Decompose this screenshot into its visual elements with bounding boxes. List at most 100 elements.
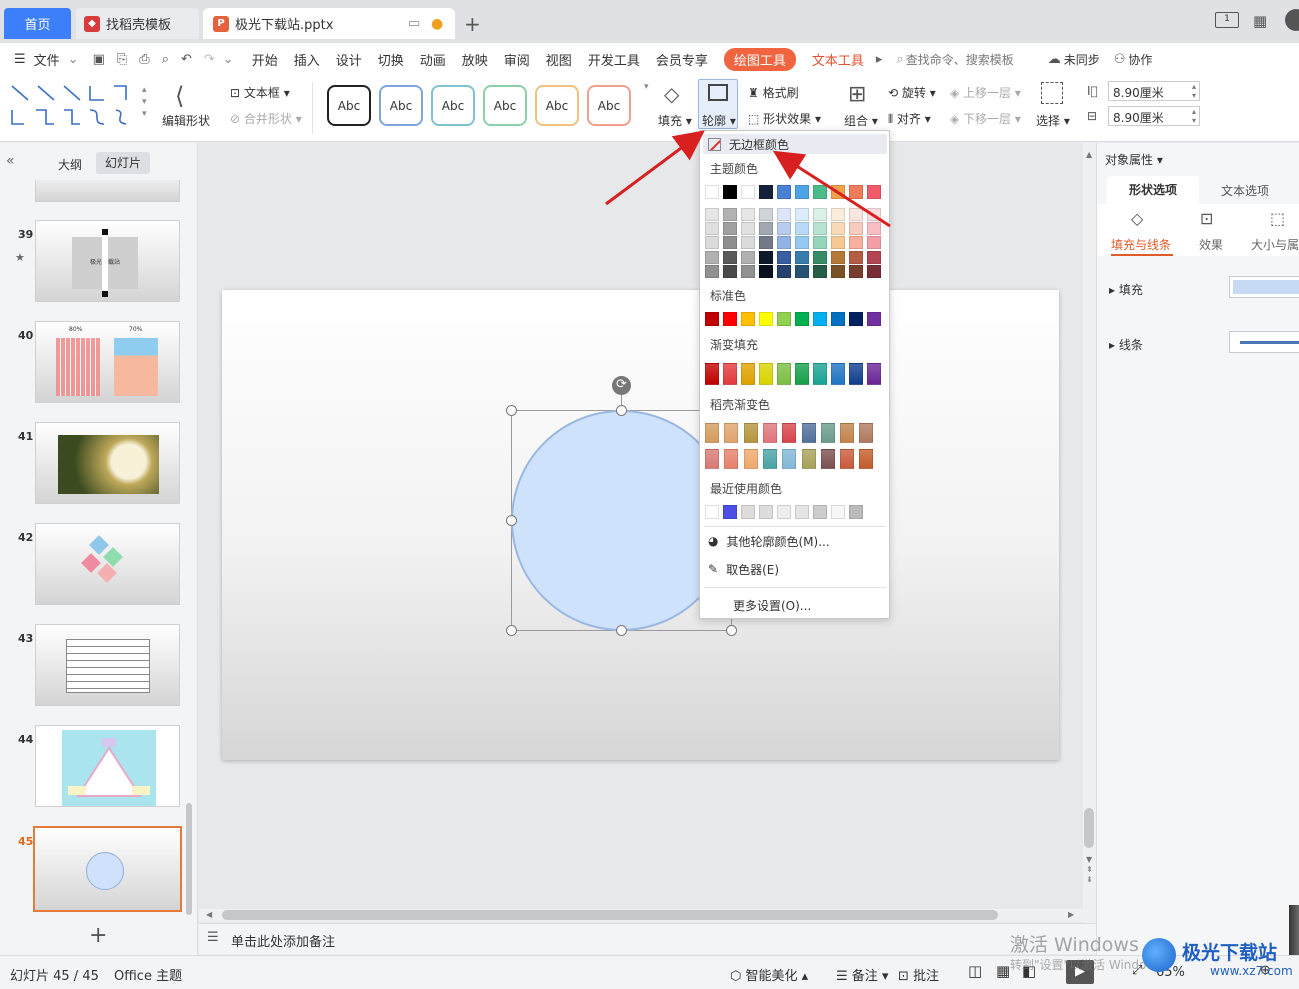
notes-toggle-button[interactable]: ☰ 备注 ▾ [836,965,888,984]
shade-swatch[interactable] [705,264,719,278]
rotate-handle-icon[interactable]: ⟳ [612,376,631,395]
color-swatch[interactable] [741,312,755,326]
shade-swatch[interactable] [831,208,845,221]
menu-file[interactable]: 文件 [34,50,60,69]
color-swatch[interactable] [867,185,881,199]
color-swatch[interactable] [762,449,777,469]
menu-drawing-tools[interactable]: 绘图工具 [723,48,796,71]
color-swatch[interactable] [741,505,755,519]
shade-swatch[interactable] [705,250,719,264]
notes-bar[interactable]: ☰ 单击此处添加备注 [199,923,1096,954]
shade-swatch[interactable] [723,208,737,221]
tab-home[interactable]: 首页 [4,8,71,39]
tab-outline[interactable]: 大纲 [58,156,82,173]
shade-swatch[interactable] [759,250,773,264]
shade-swatch[interactable] [813,264,827,278]
comments-button[interactable]: ⊡ 批注 [898,965,939,984]
shade-swatch[interactable] [849,250,863,264]
color-swatch[interactable] [831,185,845,199]
subtab-effects[interactable]: 效果 [1199,236,1223,253]
menu-member[interactable]: 会员专享 [656,50,708,69]
menu-review[interactable]: 审阅 [504,50,530,69]
align-button[interactable]: ⫴ 对齐 ▾ [888,110,931,127]
color-swatch[interactable] [777,312,791,326]
tab-text-options[interactable]: 文本选项 [1221,182,1269,199]
color-swatch[interactable] [813,363,827,385]
color-swatch[interactable] [813,312,827,326]
style-preset-2[interactable]: Abc [379,85,423,126]
color-swatch[interactable] [723,363,737,385]
color-swatch[interactable] [840,449,855,469]
search-icon[interactable]: ⌕ [896,52,903,67]
shade-swatch[interactable] [795,250,809,264]
resize-handle-w[interactable] [506,515,517,526]
color-swatch[interactable] [849,505,863,519]
slide-thumbnail-41[interactable] [35,422,180,504]
height-input[interactable]: 8.90厘米 ▴ ▾ [1108,81,1200,101]
shade-swatch[interactable] [813,208,827,221]
color-swatch[interactable] [705,363,719,385]
shade-swatch[interactable] [759,236,773,250]
shade-swatch[interactable] [831,264,845,278]
color-swatch[interactable] [723,505,737,519]
color-swatch[interactable] [705,449,719,469]
shade-swatch[interactable] [759,208,773,221]
shade-swatch[interactable] [723,222,737,236]
merge-shape-button[interactable]: ⊘ 合并形状 ▾ [230,110,302,127]
select-button[interactable]: 选择 ▾ [1036,112,1070,129]
color-swatch[interactable] [840,423,855,443]
shade-swatch[interactable] [795,236,809,250]
tab-template[interactable]: ◆ 找稻壳模板 [76,8,199,39]
style-preset-6[interactable]: Abc [587,85,631,126]
shade-swatch[interactable] [849,236,863,250]
line-section[interactable]: ▸ 线条 [1109,336,1143,353]
color-swatch[interactable] [867,363,881,385]
shade-swatch[interactable] [705,222,719,236]
slide-thumbnail-45-selected[interactable] [33,826,182,912]
shade-swatch[interactable] [813,236,827,250]
color-swatch[interactable] [801,449,816,469]
tab-document[interactable]: P 极光下载站.pptx ▭ ● [203,8,455,39]
menu-animation[interactable]: 动画 [420,50,446,69]
resize-handle-se[interactable] [726,625,737,636]
export-pdf-icon[interactable]: ⎘ [117,52,127,67]
shade-swatch[interactable] [777,264,791,278]
color-swatch[interactable] [724,449,739,469]
width-spinner-icon[interactable]: ▴ ▾ [1192,107,1196,125]
shade-swatch[interactable] [777,250,791,264]
style-preset-1[interactable]: Abc [327,85,371,126]
slide-sorter-icon[interactable]: ▦ [996,962,1010,980]
color-swatch[interactable] [795,505,809,519]
style-preset-4[interactable]: Abc [483,85,527,126]
shade-swatch[interactable] [849,264,863,278]
format-painter-button[interactable]: ♜ 格式刷 [748,84,799,101]
theme-name[interactable]: Office 主题 [114,965,182,984]
fill-button[interactable]: 填充 ▾ [658,112,692,129]
menu-icon[interactable]: ☰ [14,52,26,67]
smart-beautify-button[interactable]: ⬡ 智能美化 ▴ [730,965,808,984]
styles-more-icon[interactable]: ▾ [644,82,649,92]
shade-swatch[interactable] [777,208,791,221]
line-style-picker[interactable] [1229,331,1299,353]
color-swatch[interactable] [777,505,791,519]
collapse-panel-icon[interactable]: « [6,153,15,169]
color-swatch[interactable] [705,505,719,519]
shade-swatch[interactable] [831,236,845,250]
shade-swatch[interactable] [795,264,809,278]
shade-swatch[interactable] [741,222,755,236]
shade-swatch[interactable] [831,250,845,264]
no-border-color-item[interactable]: 无边框颜色 [700,131,890,157]
color-swatch[interactable] [813,185,827,199]
color-swatch[interactable] [705,312,719,326]
menu-start[interactable]: 开始 [252,50,278,69]
shade-swatch[interactable] [759,264,773,278]
eyedropper-item[interactable]: ✎ 取色器(E) [700,556,890,582]
color-swatch[interactable] [759,363,773,385]
more-tabs-icon[interactable]: ▸ [876,52,883,67]
window-layout-icon[interactable]: 1 [1215,12,1239,28]
menu-view[interactable]: 视图 [546,50,572,69]
slide-thumbnail-42[interactable] [35,523,180,605]
grid-apps-icon[interactable]: ▦ [1253,12,1267,30]
color-swatch[interactable] [759,312,773,326]
send-backward-button[interactable]: ◈ 下移一层 ▾ [950,110,1021,127]
